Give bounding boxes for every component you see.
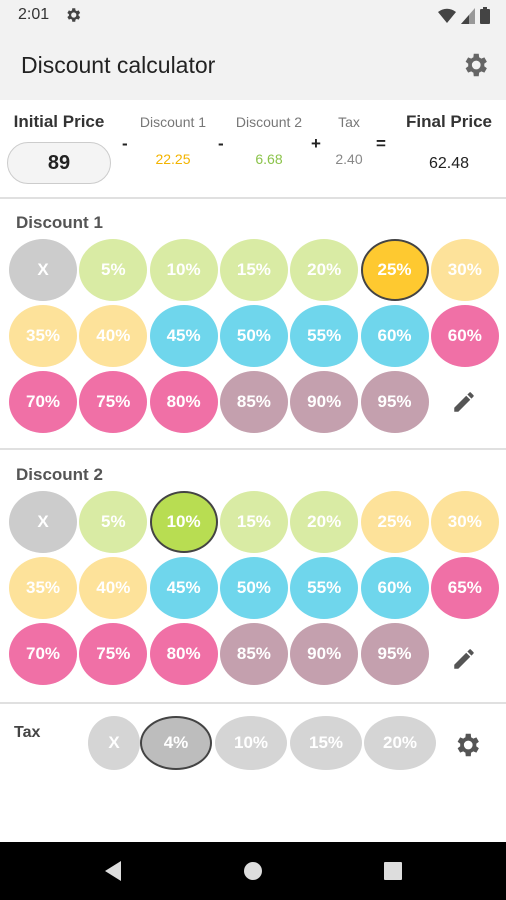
discount2-option-none[interactable]: X <box>9 491 77 553</box>
discount2-option-50pct[interactable]: 50% <box>219 557 288 619</box>
gear-icon <box>67 8 81 22</box>
discount2-option-45pct[interactable]: 45% <box>149 557 218 619</box>
discount2-option-35pct[interactable]: 35% <box>9 557 77 619</box>
divider <box>0 448 506 450</box>
discount2-option-75pct[interactable]: 75% <box>79 623 148 685</box>
discount2-option-10pct[interactable]: 10% <box>149 491 218 553</box>
discount1-option-35pct[interactable]: 35% <box>9 305 77 367</box>
discount1-option-85pct[interactable]: 85% <box>219 371 288 433</box>
final-price-value: 62.48 <box>428 155 470 172</box>
discount2-option-70pct[interactable]: 70% <box>9 623 77 685</box>
discount1-option-95pct[interactable]: 95% <box>360 371 429 433</box>
discount1-option-45pct[interactable]: 45% <box>149 305 218 367</box>
status-time: 2:01 <box>18 6 50 23</box>
home-icon[interactable] <box>241 859 265 883</box>
discount1-option-10pct[interactable]: 10% <box>149 239 218 301</box>
discount2-option-90pct[interactable]: 90% <box>290 623 359 685</box>
final-price-label: Final Price <box>406 112 492 131</box>
app-title: Discount calculator <box>21 52 216 78</box>
tax-option-20pct[interactable]: 20% <box>364 716 436 770</box>
back-icon[interactable] <box>101 859 125 883</box>
discount1-option-none[interactable]: X <box>9 239 77 301</box>
discount2-option-30pct[interactable]: 30% <box>430 491 499 553</box>
pencil-icon[interactable] <box>451 389 477 415</box>
navigation-bar <box>0 842 506 900</box>
status-bar: 2:01 <box>0 0 506 30</box>
divider <box>0 702 506 704</box>
wifi-icon <box>438 8 456 23</box>
discount2-option-65pct[interactable]: 65% <box>430 557 499 619</box>
discount2-option-85pct[interactable]: 85% <box>219 623 288 685</box>
discount2-option-80pct[interactable]: 80% <box>149 623 218 685</box>
discount1-option-20pct[interactable]: 20% <box>290 239 359 301</box>
discount1-option-50pct[interactable]: 50% <box>219 305 288 367</box>
discount1-label: Discount 1 <box>139 114 207 130</box>
discount1-option-60pct[interactable]: 60% <box>430 305 499 367</box>
discount2-option-5pct[interactable]: 5% <box>79 491 148 553</box>
tax-option-4pct[interactable]: 4% <box>140 716 212 770</box>
discount1-option-5pct[interactable]: 5% <box>79 239 148 301</box>
price-summary: Initial Price - Discount 1 22.25 - Disco… <box>0 100 506 198</box>
discount2-label: Discount 2 <box>235 114 303 130</box>
initial-price-label: Initial Price <box>13 112 105 131</box>
initial-price-input[interactable] <box>7 142 111 184</box>
minus-operator: - <box>218 134 224 153</box>
discount1-option-55pct[interactable]: 55% <box>290 305 359 367</box>
discount1-option-15pct[interactable]: 15% <box>219 239 288 301</box>
minus-operator: - <box>122 134 128 153</box>
discount1-option-90pct[interactable]: 90% <box>290 371 359 433</box>
discount1-option-40pct[interactable]: 40% <box>79 305 148 367</box>
tax-option-none[interactable]: X <box>88 716 140 770</box>
divider <box>0 197 506 199</box>
recents-icon[interactable] <box>381 859 405 883</box>
discount2-option-55pct[interactable]: 55% <box>290 557 359 619</box>
discount1-option-60pct[interactable]: 60% <box>360 305 429 367</box>
discount2-option-95pct[interactable]: 95% <box>360 623 429 685</box>
discount1-option-70pct[interactable]: 70% <box>9 371 77 433</box>
tax-option-10pct[interactable]: 10% <box>215 716 287 770</box>
discount2-option-25pct[interactable]: 25% <box>360 491 429 553</box>
gear-icon[interactable] <box>452 730 482 760</box>
discount2-option-40pct[interactable]: 40% <box>79 557 148 619</box>
discount2-option-20pct[interactable]: 20% <box>290 491 359 553</box>
discount2-option-60pct[interactable]: 60% <box>360 557 429 619</box>
signal-icon <box>461 7 475 24</box>
pencil-icon[interactable] <box>451 646 477 672</box>
discount2-option-15pct[interactable]: 15% <box>219 491 288 553</box>
gear-icon[interactable] <box>460 50 490 80</box>
discount1-option-25pct[interactable]: 25% <box>360 239 429 301</box>
discount1-amount: 22.25 <box>155 151 191 167</box>
discount1-title: Discount 1 <box>16 213 103 232</box>
tax-title: Tax <box>14 724 41 741</box>
discount1-option-30pct[interactable]: 30% <box>430 239 499 301</box>
equals-operator: = <box>376 134 386 153</box>
tax-summary-label: Tax <box>338 114 360 130</box>
discount1-option-75pct[interactable]: 75% <box>79 371 148 433</box>
tax-option-15pct[interactable]: 15% <box>290 716 362 770</box>
app-bar: Discount calculator <box>0 30 506 100</box>
discount2-title: Discount 2 <box>16 465 103 484</box>
battery-icon <box>480 7 490 24</box>
discount2-amount: 6.68 <box>255 151 283 167</box>
discount1-option-80pct[interactable]: 80% <box>149 371 218 433</box>
